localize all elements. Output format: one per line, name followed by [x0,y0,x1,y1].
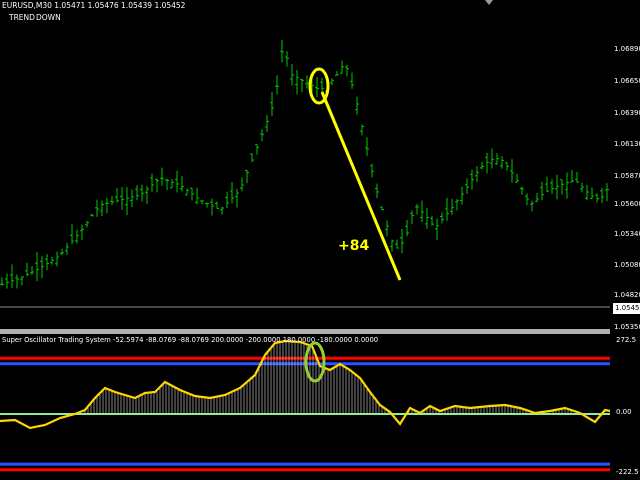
oscillator-title: Super Oscillator Trading System -52.5974… [2,336,379,344]
chart-shift-marker-icon[interactable] [485,0,493,5]
trend-label: TREND [9,13,35,22]
price-axis-label: 1.06390 [614,109,640,117]
indicator-separator [0,329,610,334]
price-axis-label: 1.06650 [614,77,640,85]
profit-label: +84 [338,238,370,254]
price-axis-label: 1.04820 [614,291,640,299]
oscillator-axis-top: 272.5 [616,336,637,344]
price-axis-label: 1.05080 [614,261,640,269]
main-chart-background [0,0,640,480]
price-axis-label: 1.05340 [614,230,640,238]
price-axis-label: 1.06130 [614,140,640,148]
oscillator-axis-zero: 0.00 [616,408,632,416]
price-axis-label: 1.05870 [614,172,640,180]
oscillator-axis-bottom: -222.5 [616,468,639,476]
chart-canvas[interactable] [0,0,640,480]
trend-value: DOWN [36,13,61,22]
chart-symbol-info: EURUSD,M30 1.05471 1.05476 1.05439 1.054… [2,1,186,10]
current-price-badge: 1.05452 [613,303,640,314]
price-axis-label: 1.05350 [614,323,640,331]
price-axis-label: 1.05600 [614,200,640,208]
price-axis-label: 1.06890 [614,45,640,53]
